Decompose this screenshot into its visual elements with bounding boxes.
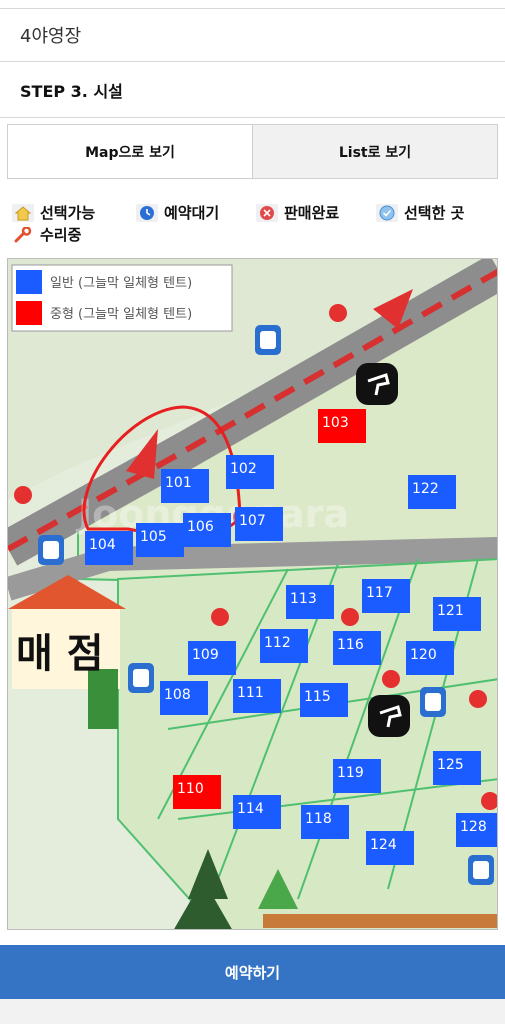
campsite-101[interactable]: 101 xyxy=(161,469,209,503)
campsite-number: 113 xyxy=(290,591,317,607)
campsite-124[interactable]: 124 xyxy=(366,831,414,865)
campsite-number: 119 xyxy=(337,765,364,781)
campsite-112[interactable]: 112 xyxy=(260,629,308,663)
reserve-button[interactable]: 예약하기 xyxy=(0,945,505,999)
marker-dot xyxy=(329,304,347,322)
campsite-number: 108 xyxy=(164,687,191,703)
tab-list-view[interactable]: List로 보기 xyxy=(253,125,497,178)
campsite-number: 104 xyxy=(89,537,116,553)
map-key-medium-label: 중형 (그늘막 일체형 텐트) xyxy=(50,307,192,322)
store-label: 매 점 xyxy=(16,631,104,677)
campsite-number: 111 xyxy=(237,685,264,701)
campsite-number: 116 xyxy=(337,637,364,653)
campsite-number: 107 xyxy=(239,513,266,529)
campsite-name-text: 4야영장 xyxy=(20,26,82,47)
campsite-number: 102 xyxy=(230,461,257,477)
legend-selected: 선택한 곳 xyxy=(376,202,464,223)
campsite-120[interactable]: 120 xyxy=(406,641,454,675)
house-icon xyxy=(12,203,34,222)
campsite-118[interactable]: 118 xyxy=(301,805,349,839)
campsite-119[interactable]: 119 xyxy=(333,759,381,793)
tab-map-view-label: Map으로 보기 xyxy=(85,144,175,161)
campsite-number: 112 xyxy=(264,635,291,651)
campsite-102[interactable]: 102 xyxy=(226,455,274,489)
fence xyxy=(263,914,497,928)
campsite-number: 105 xyxy=(140,529,167,545)
campsite-114[interactable]: 114 xyxy=(233,795,281,829)
campsite-128[interactable]: 128 xyxy=(456,813,498,847)
campsite-107[interactable]: 107 xyxy=(235,507,283,541)
campsite-117[interactable]: 117 xyxy=(362,579,410,613)
campsite-106[interactable]: 106 xyxy=(183,513,231,547)
campsite-number: 103 xyxy=(322,415,349,431)
legend-sold-out-label: 판매완료 xyxy=(284,204,340,222)
map-key-medium-swatch xyxy=(16,301,42,325)
step-title: STEP 3. 시설 xyxy=(0,62,505,118)
tab-map-view[interactable]: Map으로 보기 xyxy=(8,125,253,178)
campsite-number: 117 xyxy=(366,585,393,601)
check-circle-icon xyxy=(376,203,398,222)
toilet-icon xyxy=(38,535,64,565)
map-key-normal-swatch xyxy=(16,270,42,294)
legend-waiting: 예약대기 xyxy=(136,202,219,223)
campsite-121[interactable]: 121 xyxy=(433,597,481,631)
map-key-normal-label: 일반 (그늘막 일체형 텐트) xyxy=(50,276,192,291)
campsite-number: 114 xyxy=(237,801,264,817)
clock-icon xyxy=(136,203,158,222)
campsite-map: 매 점 Joonggonara 일반 (그늘막 일체형 텐트) 중형 (그늘막 … xyxy=(7,258,498,930)
campsite-number: 120 xyxy=(410,647,437,663)
campsite-number: 124 xyxy=(370,837,397,853)
campsite-113[interactable]: 113 xyxy=(286,585,334,619)
campsite-105[interactable]: 105 xyxy=(136,523,184,557)
campsite-number: 106 xyxy=(187,519,214,535)
marker-dot xyxy=(341,608,359,626)
marker-dot xyxy=(211,608,229,626)
campsite-111[interactable]: 111 xyxy=(233,679,281,713)
toilet-icon xyxy=(255,325,281,355)
marker-dot xyxy=(469,690,487,708)
water-tap-icon xyxy=(368,695,410,737)
legend-selected-label: 선택한 곳 xyxy=(404,204,465,222)
campsite-number: 122 xyxy=(412,481,439,497)
tab-list-view-label: List로 보기 xyxy=(338,144,412,161)
map-key: 일반 (그늘막 일체형 텐트) 중형 (그늘막 일체형 텐트) xyxy=(11,264,233,332)
legend-available: 선택가능 xyxy=(12,202,95,223)
campsite-103[interactable]: 103 xyxy=(318,409,366,443)
campsite-number: 115 xyxy=(304,689,331,705)
wrench-icon xyxy=(12,226,34,244)
campsite-number: 118 xyxy=(305,811,332,827)
campsite-108[interactable]: 108 xyxy=(160,681,208,715)
campsite-number: 110 xyxy=(177,781,204,797)
campsite-number: 121 xyxy=(437,603,464,619)
campsite-122[interactable]: 122 xyxy=(408,475,456,509)
step-title-text: STEP 3. 시설 xyxy=(20,81,123,101)
campsite-125[interactable]: 125 xyxy=(433,751,481,785)
legend-repair: 수리중 xyxy=(12,224,81,245)
toilet-icon xyxy=(420,687,446,717)
campsite-115[interactable]: 115 xyxy=(300,683,348,717)
reserve-button-label: 예약하기 xyxy=(224,963,281,982)
campsite-110[interactable]: 110 xyxy=(173,775,221,809)
toilet-icon xyxy=(128,663,154,693)
legend-available-label: 선택가능 xyxy=(40,204,96,222)
bottom-bar xyxy=(0,999,505,1024)
toilet-icon xyxy=(468,855,494,885)
campsite-number: 109 xyxy=(192,647,219,663)
campsite-number: 101 xyxy=(165,475,192,491)
map-canvas: 매 점 Joonggonara 일반 (그늘막 일체형 텐트) 중형 (그늘막 … xyxy=(8,259,498,929)
campsite-116[interactable]: 116 xyxy=(333,631,381,665)
water-tap-icon xyxy=(356,363,398,405)
x-circle-icon xyxy=(256,203,278,222)
legend-waiting-label: 예약대기 xyxy=(164,204,220,222)
campsite-104[interactable]: 104 xyxy=(85,531,133,565)
campsite-name: 4야영장 xyxy=(0,8,505,62)
marker-dot xyxy=(382,670,400,688)
view-tabs: Map으로 보기 List로 보기 xyxy=(7,124,498,179)
marker-dot xyxy=(14,486,32,504)
campsite-109[interactable]: 109 xyxy=(188,641,236,675)
campsite-number: 128 xyxy=(460,819,487,835)
campsite-number: 125 xyxy=(437,757,464,773)
legend-sold-out: 판매완료 xyxy=(256,202,339,223)
legend-repair-label: 수리중 xyxy=(40,226,82,244)
